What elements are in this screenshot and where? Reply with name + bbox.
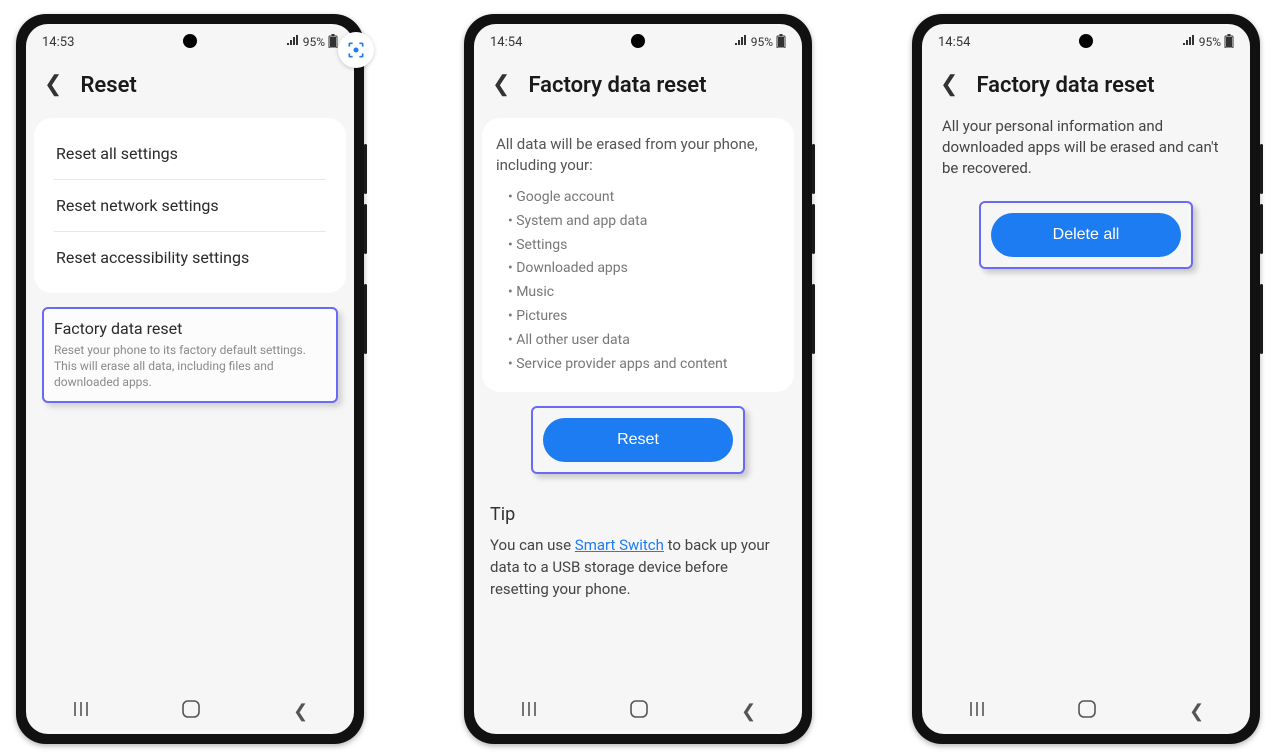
page-header: ❮ Factory data reset bbox=[474, 56, 802, 114]
back-button[interactable]: ❮ bbox=[273, 695, 328, 728]
smart-switch-link[interactable]: Smart Switch bbox=[575, 536, 664, 554]
recents-button[interactable] bbox=[948, 694, 1006, 729]
page-title: Reset bbox=[80, 73, 136, 98]
bullet-item: Downloaded apps bbox=[508, 257, 780, 281]
tip-body: You can use Smart Switch to back up your… bbox=[490, 535, 786, 600]
page-title: Factory data reset bbox=[976, 73, 1154, 98]
navigation-bar: ❮ bbox=[922, 688, 1250, 734]
volume-up-button[interactable] bbox=[364, 144, 367, 194]
bullet-item: Service provider apps and content bbox=[508, 353, 780, 377]
bullet-item: Pictures bbox=[508, 305, 780, 329]
camera-hole bbox=[1079, 34, 1093, 48]
list-item-label: Reset accessibility settings bbox=[56, 248, 324, 267]
signal-icon bbox=[734, 35, 748, 49]
factory-data-reset-highlight[interactable]: Factory data reset Reset your phone to i… bbox=[42, 307, 338, 403]
battery-icon bbox=[328, 34, 338, 51]
signal-icon bbox=[286, 35, 300, 49]
phone-frame-1: 14:53 95% ❮ Reset Reset all settings bbox=[16, 14, 364, 744]
back-button[interactable]: ❮ bbox=[1169, 695, 1224, 728]
factory-reset-sub: Reset your phone to its factory default … bbox=[54, 342, 326, 391]
bullet-item: Music bbox=[508, 281, 780, 305]
list-item-label: Reset all settings bbox=[56, 144, 324, 163]
home-button[interactable] bbox=[161, 693, 221, 730]
volume-up-button[interactable] bbox=[812, 144, 815, 194]
back-icon[interactable]: ❮ bbox=[40, 72, 66, 98]
erase-info-card: All data will be erased from your phone,… bbox=[482, 118, 794, 392]
battery-percent: 95% bbox=[751, 35, 773, 49]
page-title: Factory data reset bbox=[528, 73, 706, 98]
reset-accessibility-settings[interactable]: Reset accessibility settings bbox=[54, 232, 326, 283]
phone-frame-2: 14:54 95% ❮ Factory data reset All data … bbox=[464, 14, 812, 744]
bullet-item: Google account bbox=[508, 186, 780, 210]
page-header: ❮ Reset bbox=[26, 56, 354, 114]
back-icon[interactable]: ❮ bbox=[488, 72, 514, 98]
battery-icon bbox=[1224, 34, 1234, 51]
reset-all-settings[interactable]: Reset all settings bbox=[54, 128, 326, 180]
bullet-item: Settings bbox=[508, 234, 780, 258]
erase-bullet-list: Google account System and app data Setti… bbox=[496, 186, 780, 376]
battery-icon bbox=[776, 34, 786, 51]
battery-percent: 95% bbox=[303, 35, 325, 49]
status-time: 14:54 bbox=[938, 35, 970, 50]
back-icon[interactable]: ❮ bbox=[936, 72, 962, 98]
delete-all-button[interactable]: Delete all bbox=[991, 213, 1181, 257]
reset-button-highlight: Reset bbox=[531, 406, 745, 474]
list-item-label: Reset network settings bbox=[56, 196, 324, 215]
navigation-bar: ❮ bbox=[26, 688, 354, 734]
page-header: ❮ Factory data reset bbox=[922, 56, 1250, 114]
back-button[interactable]: ❮ bbox=[721, 695, 776, 728]
volume-down-button[interactable] bbox=[812, 204, 815, 254]
phone-frame-3: 14:54 95% ❮ Factory data reset All your … bbox=[912, 14, 1260, 744]
status-time: 14:53 bbox=[42, 35, 74, 50]
reset-button[interactable]: Reset bbox=[543, 418, 733, 462]
volume-up-button[interactable] bbox=[1260, 144, 1263, 194]
volume-down-button[interactable] bbox=[364, 204, 367, 254]
power-button[interactable] bbox=[1260, 284, 1263, 354]
power-button[interactable] bbox=[812, 284, 815, 354]
bullet-item: System and app data bbox=[508, 210, 780, 234]
delete-all-button-highlight: Delete all bbox=[979, 201, 1193, 269]
screenshot-tool-icon[interactable] bbox=[338, 32, 374, 68]
battery-percent: 95% bbox=[1199, 35, 1221, 49]
home-button[interactable] bbox=[609, 693, 669, 730]
reset-options-card: Reset all settings Reset network setting… bbox=[34, 118, 346, 293]
power-button[interactable] bbox=[364, 284, 367, 354]
tip-text-pre: You can use bbox=[490, 536, 575, 554]
recents-button[interactable] bbox=[52, 694, 110, 729]
volume-down-button[interactable] bbox=[1260, 204, 1263, 254]
navigation-bar: ❮ bbox=[474, 688, 802, 734]
camera-hole bbox=[183, 34, 197, 48]
signal-icon bbox=[1182, 35, 1196, 49]
home-button[interactable] bbox=[1057, 693, 1117, 730]
erase-warning-text: All your personal information and downlo… bbox=[938, 114, 1234, 181]
recents-button[interactable] bbox=[500, 694, 558, 729]
erase-description: All data will be erased from your phone,… bbox=[496, 134, 780, 176]
bullet-item: All other user data bbox=[508, 329, 780, 353]
status-time: 14:54 bbox=[490, 35, 522, 50]
reset-network-settings[interactable]: Reset network settings bbox=[54, 180, 326, 232]
factory-reset-title: Factory data reset bbox=[54, 319, 326, 338]
camera-hole bbox=[631, 34, 645, 48]
tip-heading: Tip bbox=[490, 504, 786, 525]
